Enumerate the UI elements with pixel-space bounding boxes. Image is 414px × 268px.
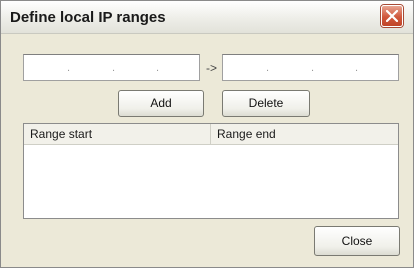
octet-separator: . [266,62,270,74]
dialog-window: Define local IP ranges . . . -> . . . Ad… [0,0,414,268]
close-x-icon [386,10,398,22]
add-button[interactable]: Add [118,90,204,117]
column-header-range-start[interactable]: Range start [24,124,211,144]
close-button[interactable]: Close [314,226,400,256]
octet-separator: . [355,62,359,74]
list-header: Range start Range end [24,124,398,145]
delete-button[interactable]: Delete [222,90,310,117]
title-bar: Define local IP ranges [1,1,413,34]
octet-separator: . [156,62,160,74]
octet-separator: . [112,62,116,74]
close-window-button[interactable] [381,5,403,27]
close-button-label: Close [341,234,373,248]
octet-separator: . [67,62,71,74]
range-start-ip-input[interactable]: . . . [23,54,200,81]
column-header-range-end[interactable]: Range end [211,124,398,144]
add-button-label: Add [150,96,172,110]
ip-range-list[interactable]: Range start Range end [23,123,399,219]
delete-button-label: Delete [248,96,284,110]
dialog-title: Define local IP ranges [10,9,166,26]
octet-separator: . [311,62,315,74]
range-end-ip-input[interactable]: . . . [222,54,399,81]
range-arrow-icon: -> [206,61,218,75]
